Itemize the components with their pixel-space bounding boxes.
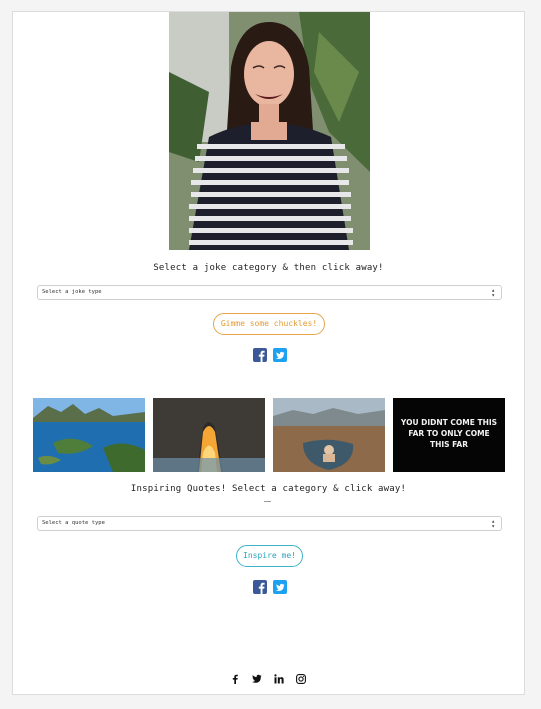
- joke-type-select-value: Select a joke type: [42, 289, 102, 295]
- hero-image: [169, 12, 370, 250]
- quote-type-select[interactable]: Select a quote type ▴ ▾: [37, 516, 502, 531]
- gimme-chuckles-button[interactable]: Gimme some chuckles!: [213, 313, 325, 335]
- select-arrows-icon: ▴ ▾: [491, 287, 495, 299]
- quote-thumbnail-cave[interactable]: [153, 398, 265, 472]
- select-arrows-icon: ▴ ▾: [491, 518, 495, 530]
- inspire-me-button[interactable]: Inspire me!: [236, 545, 303, 567]
- joke-caption: Select a joke category & then click away…: [153, 263, 384, 273]
- facebook-share-icon[interactable]: [253, 579, 267, 594]
- twitter-share-icon[interactable]: [273, 347, 287, 362]
- twitter-share-icon[interactable]: [273, 579, 287, 594]
- instagram-icon[interactable]: [296, 674, 306, 687]
- joke-type-select[interactable]: Select a joke type ▴ ▾: [37, 285, 502, 300]
- linkedin-icon[interactable]: [274, 674, 284, 687]
- svg-text:THIS FAR: THIS FAR: [430, 440, 468, 449]
- quote-thumbnail-islands[interactable]: [33, 398, 145, 472]
- quote-thumbnail-neon-sign[interactable]: YOU DIDNT COME THIS FAR TO ONLY COME THI…: [393, 398, 505, 472]
- quote-caption: Inspiring Quotes! Select a category & cl…: [130, 484, 407, 494]
- svg-text:FAR TO ONLY COME: FAR TO ONLY COME: [408, 429, 489, 438]
- twitter-icon[interactable]: [251, 674, 262, 687]
- quote-thumbnail-hotspring[interactable]: [273, 398, 385, 472]
- quote-type-select-value: Select a quote type: [42, 520, 105, 526]
- page-card: Select a joke category & then click away…: [12, 11, 525, 695]
- svg-text:YOU DIDNT COME THIS: YOU DIDNT COME THIS: [400, 418, 497, 427]
- footer-social-icons: [13, 674, 524, 687]
- facebook-share-icon[interactable]: [253, 347, 267, 362]
- facebook-icon[interactable]: [231, 674, 239, 687]
- caption-divider: [264, 501, 271, 502]
